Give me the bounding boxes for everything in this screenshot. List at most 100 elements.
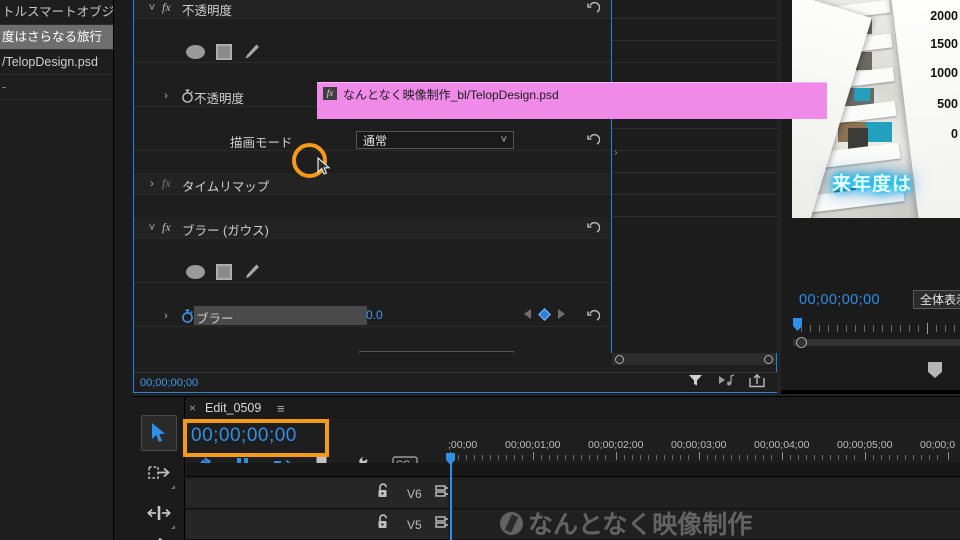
- rectangle-mask-icon[interactable]: [216, 263, 232, 280]
- chevron-right-icon[interactable]: ›: [614, 147, 618, 159]
- effect-controls-timecode[interactable]: 00;00;00;00: [140, 377, 198, 389]
- axis-label: 1000: [930, 66, 958, 80]
- reset-icon[interactable]: [586, 133, 601, 147]
- track-header-v5[interactable]: V5: [186, 510, 484, 540]
- chevron-right-icon[interactable]: ›: [160, 309, 172, 323]
- track-select-forward-tool[interactable]: [141, 455, 177, 491]
- reset-icon[interactable]: [586, 1, 601, 15]
- pen-mask-icon[interactable]: [243, 43, 260, 60]
- fx-icon: fx: [162, 220, 171, 234]
- blend-mode-dropdown[interactable]: 通常 ˅: [356, 131, 514, 149]
- effect-group-opacity[interactable]: ˅ fx 不透明度: [134, 0, 610, 19]
- panel-divider: [781, 390, 960, 394]
- property-blend-mode[interactable]: 描画モード 通常 ˅: [134, 129, 610, 151]
- effect-controls-footer: 00;00;00;00: [134, 372, 777, 392]
- timeline-track-spacer: [186, 463, 960, 477]
- ruler-label: 00;00;03;00: [671, 439, 727, 451]
- property-label: 不透明度: [194, 92, 245, 106]
- filter-icon[interactable]: [688, 373, 703, 392]
- timeline-clip[interactable]: fx なんとなく映像制作_bl/TelopDesign.psd: [317, 82, 827, 119]
- export-frame-icon[interactable]: [749, 373, 765, 393]
- ruler-label: 00;00;04;00: [754, 439, 810, 451]
- panel-divider: [114, 0, 133, 540]
- stopwatch-icon[interactable]: [181, 309, 194, 323]
- track-header-v6[interactable]: V6: [186, 479, 484, 509]
- list-item[interactable]: 度はさらなる旅行: [0, 25, 113, 50]
- selection-tool[interactable]: [141, 415, 177, 451]
- ruler-label: ;00;00: [448, 439, 478, 451]
- ripple-edit-tool[interactable]: [141, 495, 177, 531]
- mask-tools-row: [134, 261, 610, 283]
- telop-text: 来年度は: [832, 174, 913, 195]
- list-item[interactable]: -: [0, 75, 113, 100]
- scroll-handle-right[interactable]: [764, 355, 773, 364]
- property-blur[interactable]: › ブラー 0.0: [134, 305, 610, 327]
- list-item[interactable]: トルスマートオブジ: [0, 0, 113, 25]
- keyframe-navigator: [524, 307, 565, 321]
- timeline-playhead-line: [450, 453, 452, 540]
- chevron-right-icon[interactable]: ›: [160, 89, 172, 103]
- reset-icon[interactable]: [586, 309, 601, 323]
- chevron-down-icon[interactable]: ˅: [146, 221, 158, 235]
- effect-group-time-remap[interactable]: › fx タイムリマップ: [134, 173, 610, 195]
- source-project-panel: トルスマートオブジ 度はさらなる旅行 /TelopDesign.psd -: [0, 0, 114, 540]
- timeline-tab-bar: × Edit_0509 ≡: [133, 397, 960, 419]
- premiere-pro-window: トルスマートオブジ 度はさらなる旅行 /TelopDesign.psd - ˅ …: [0, 0, 960, 540]
- chevron-right-icon[interactable]: ›: [146, 177, 158, 191]
- blend-mode-value: 通常: [363, 133, 388, 148]
- fx-icon: fx: [162, 0, 171, 14]
- mask-tools-row: [134, 41, 610, 63]
- panel-menu-icon[interactable]: ≡: [277, 401, 285, 416]
- zoom-handle-left[interactable]: [796, 337, 807, 348]
- effect-group-label: ブラー (ガウス): [182, 224, 269, 238]
- effect-controls-keyframe-area[interactable]: ›: [611, 0, 777, 353]
- list-item[interactable]: /TelopDesign.psd: [0, 50, 113, 75]
- property-value[interactable]: 0.0: [366, 308, 383, 322]
- property-label: 描画モード: [230, 136, 293, 150]
- track-name: V6: [407, 486, 422, 501]
- keyframe-horizontal-scrollbar[interactable]: [612, 353, 776, 365]
- mask-tool-group: [186, 263, 260, 280]
- reset-icon[interactable]: [586, 221, 601, 235]
- close-icon[interactable]: ×: [189, 401, 196, 415]
- track-content-v5[interactable]: [448, 510, 960, 540]
- previous-keyframe-icon[interactable]: [524, 309, 531, 319]
- timeline-ruler[interactable]: ;00;00 00;00;01;00 00;00;02;00 00;00;03;…: [448, 439, 960, 463]
- lock-icon[interactable]: [376, 514, 390, 535]
- fx-icon: fx: [162, 176, 171, 190]
- effect-group-label: 不透明度: [182, 4, 233, 18]
- next-keyframe-icon[interactable]: [558, 309, 565, 319]
- ellipse-mask-icon[interactable]: [186, 44, 205, 59]
- track-content-v6[interactable]: [448, 479, 960, 509]
- tab-edit-0509[interactable]: Edit_0509: [205, 401, 261, 415]
- axis-label: 0: [951, 127, 958, 141]
- timeline-panel: × Edit_0509 ≡ 00;00;00;00 ;00;00 00;00;0…: [133, 396, 960, 540]
- effect-controls-panel: ˅ fx 不透明度 › 不透明度 描画モード 通常 ˅ › fx タイムリマップ…: [133, 0, 777, 393]
- fit-zoom-dropdown[interactable]: 全体表示: [913, 290, 960, 309]
- ruler-label: 00;00;01;00: [505, 439, 561, 451]
- program-monitor-timecode[interactable]: 00;00;00;00: [799, 292, 880, 308]
- mouse-cursor-icon: [317, 156, 331, 181]
- play-audio-icon[interactable]: [717, 373, 735, 392]
- rectangle-mask-icon[interactable]: [216, 43, 232, 60]
- rate-stretch-tool[interactable]: [141, 529, 177, 540]
- timecode-highlight-box: [183, 419, 329, 457]
- program-monitor-panel: 2000 1500 1000 500 0 来年度は 00;00;00;00 全体…: [781, 0, 960, 394]
- clip-label: なんとなく映像制作_bl/TelopDesign.psd: [343, 88, 559, 102]
- effect-controls-spacer: [134, 353, 611, 365]
- stopwatch-icon[interactable]: [181, 89, 194, 103]
- track-name: V5: [407, 517, 422, 532]
- program-monitor-time-ruler[interactable]: [793, 322, 960, 335]
- add-keyframe-icon[interactable]: [538, 307, 551, 321]
- effect-group-label: タイムリマップ: [182, 180, 270, 194]
- effect-controls-property-list: ˅ fx 不透明度 › 不透明度 描画モード 通常 ˅ › fx タイムリマップ…: [134, 0, 610, 353]
- pen-mask-icon[interactable]: [243, 263, 260, 280]
- program-monitor-zoom-scrollbar[interactable]: [793, 339, 960, 346]
- lock-icon[interactable]: [376, 483, 390, 504]
- ellipse-mask-icon[interactable]: [186, 264, 205, 279]
- ruler-label: 00;00;0: [920, 439, 956, 451]
- scroll-handle-left[interactable]: [615, 355, 624, 364]
- chevron-down-icon[interactable]: ˅: [146, 1, 158, 15]
- effect-group-gaussian-blur[interactable]: ˅ fx ブラー (ガウス): [134, 217, 610, 239]
- chevron-down-icon: ˅: [500, 134, 507, 146]
